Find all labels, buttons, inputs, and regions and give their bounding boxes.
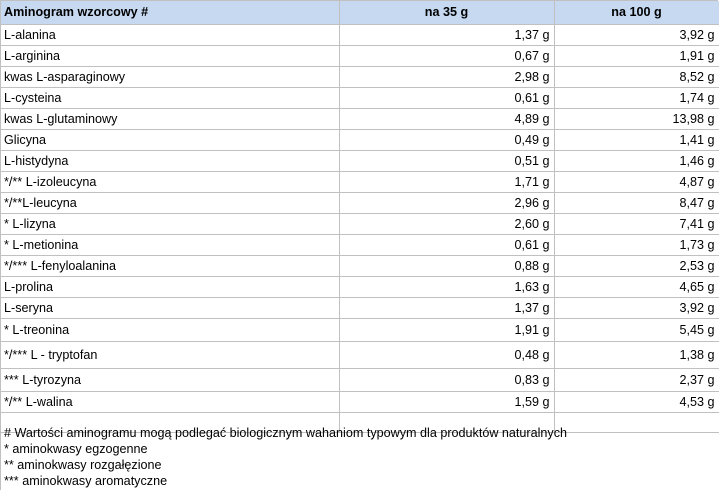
table-row: kwas L-glutaminowy 4,89 g 13,98 g [1, 108, 719, 130]
table-row: *** L-tyrozyna 0,83 g 2,37 g [1, 368, 719, 392]
aminogram-table: Aminogram wzorcowy # na 35 g na 100 g L-… [1, 1, 719, 433]
amino-name-cell[interactable]: kwas L-asparaginowy [1, 66, 340, 88]
value-100g-cell[interactable]: 4,53 g [554, 391, 719, 413]
table-row: */*** L-fenyloalanina 0,88 g 2,53 g [1, 255, 719, 277]
amino-name-cell[interactable]: L-arginina [1, 45, 340, 67]
header-name-cell[interactable]: Aminogram wzorcowy # [1, 1, 340, 25]
table-row: * L-metionina 0,61 g 1,73 g [1, 234, 719, 256]
value-100g-cell[interactable]: 3,92 g [554, 24, 719, 46]
value-35g-cell[interactable]: 2,98 g [339, 66, 555, 88]
value-35g-cell[interactable]: 1,63 g [339, 276, 555, 298]
table-row: L-cysteina 0,61 g 1,74 g [1, 87, 719, 109]
value-35g-cell[interactable]: 0,67 g [339, 45, 555, 67]
amino-name-cell[interactable]: * L-lizyna [1, 213, 340, 235]
value-100g-cell[interactable]: 7,41 g [554, 213, 719, 235]
value-35g-cell[interactable]: 0,49 g [339, 129, 555, 151]
amino-name-cell[interactable]: L-histydyna [1, 150, 340, 172]
footnotes: # Wartości aminogramu mogą podlegać biol… [4, 425, 567, 489]
amino-name-cell[interactable]: */** L-izoleucyna [1, 171, 340, 193]
amino-name-cell[interactable]: kwas L-glutaminowy [1, 108, 340, 130]
value-100g-cell[interactable]: 1,38 g [554, 341, 719, 369]
value-35g-cell[interactable]: 1,59 g [339, 391, 555, 413]
amino-name-cell[interactable]: *** L-tyrozyna [1, 368, 340, 392]
value-100g-cell[interactable]: 5,45 g [554, 318, 719, 342]
value-35g-cell[interactable]: 0,61 g [339, 87, 555, 109]
empty-cell[interactable] [554, 412, 719, 433]
amino-name-cell[interactable]: */** L-walina [1, 391, 340, 413]
value-100g-cell[interactable]: 8,47 g [554, 192, 719, 214]
value-100g-cell[interactable]: 4,65 g [554, 276, 719, 298]
value-100g-cell[interactable]: 1,74 g [554, 87, 719, 109]
value-100g-cell[interactable]: 1,41 g [554, 129, 719, 151]
value-100g-cell[interactable]: 2,37 g [554, 368, 719, 392]
amino-name-cell[interactable]: L-prolina [1, 276, 340, 298]
table-row: * L-lizyna 2,60 g 7,41 g [1, 213, 719, 235]
spreadsheet: Aminogram wzorcowy # na 35 g na 100 g L-… [0, 0, 719, 490]
amino-name-cell[interactable]: L-alanina [1, 24, 340, 46]
footnote[interactable]: * aminokwasy egzogenne [4, 441, 567, 457]
amino-name-cell[interactable]: Glicyna [1, 129, 340, 151]
value-35g-cell[interactable]: 2,60 g [339, 213, 555, 235]
value-100g-cell[interactable]: 1,91 g [554, 45, 719, 67]
value-35g-cell[interactable]: 1,71 g [339, 171, 555, 193]
header-row: Aminogram wzorcowy # na 35 g na 100 g [1, 1, 719, 25]
table-body: L-alanina 1,37 g 3,92 g L-arginina 0,67 g 1,9… [1, 24, 719, 433]
table-row: */*** L - tryptofan 0,48 g 1,38 g [1, 341, 719, 369]
table-row: L-prolina 1,63 g 4,65 g [1, 276, 719, 298]
table-row: */**L-leucyna 2,96 g 8,47 g [1, 192, 719, 214]
value-100g-cell[interactable]: 8,52 g [554, 66, 719, 88]
table-row: L-histydyna 0,51 g 1,46 g [1, 150, 719, 172]
value-100g-cell[interactable]: 13,98 g [554, 108, 719, 130]
value-100g-cell[interactable]: 4,87 g [554, 171, 719, 193]
table-row: Glicyna 0,49 g 1,41 g [1, 129, 719, 151]
value-100g-cell[interactable]: 3,92 g [554, 297, 719, 319]
amino-name-cell[interactable]: */**L-leucyna [1, 192, 340, 214]
value-35g-cell[interactable]: 0,83 g [339, 368, 555, 392]
value-100g-cell[interactable]: 1,73 g [554, 234, 719, 256]
header-35g-cell[interactable]: na 35 g [339, 1, 555, 25]
table-row: */** L-walina 1,59 g 4,53 g [1, 391, 719, 413]
amino-name-cell[interactable]: * L-metionina [1, 234, 340, 256]
footnote[interactable]: # Wartości aminogramu mogą podlegać biol… [4, 425, 567, 441]
table-row: */** L-izoleucyna 1,71 g 4,87 g [1, 171, 719, 193]
value-100g-cell[interactable]: 1,46 g [554, 150, 719, 172]
footnote[interactable]: *** aminokwasy aromatyczne [4, 473, 567, 489]
table-row: L-alanina 1,37 g 3,92 g [1, 24, 719, 46]
value-35g-cell[interactable]: 1,37 g [339, 24, 555, 46]
value-35g-cell[interactable]: 0,61 g [339, 234, 555, 256]
value-35g-cell[interactable]: 4,89 g [339, 108, 555, 130]
header-100g-cell[interactable]: na 100 g [554, 1, 719, 25]
table-row: * L-treonina 1,91 g 5,45 g [1, 318, 719, 342]
table-row: L-seryna 1,37 g 3,92 g [1, 297, 719, 319]
footnote[interactable]: ** aminokwasy rozgałęzione [4, 457, 567, 473]
amino-name-cell[interactable]: */*** L - tryptofan [1, 341, 340, 369]
amino-name-cell[interactable]: * L-treonina [1, 318, 340, 342]
value-35g-cell[interactable]: 1,37 g [339, 297, 555, 319]
table-row: L-arginina 0,67 g 1,91 g [1, 45, 719, 67]
value-35g-cell[interactable]: 2,96 g [339, 192, 555, 214]
value-35g-cell[interactable]: 0,48 g [339, 341, 555, 369]
value-35g-cell[interactable]: 1,91 g [339, 318, 555, 342]
table-row: kwas L-asparaginowy 2,98 g 8,52 g [1, 66, 719, 88]
value-35g-cell[interactable]: 0,88 g [339, 255, 555, 277]
value-35g-cell[interactable]: 0,51 g [339, 150, 555, 172]
amino-name-cell[interactable]: */*** L-fenyloalanina [1, 255, 340, 277]
value-100g-cell[interactable]: 2,53 g [554, 255, 719, 277]
amino-name-cell[interactable]: L-cysteina [1, 87, 340, 109]
amino-name-cell[interactable]: L-seryna [1, 297, 340, 319]
